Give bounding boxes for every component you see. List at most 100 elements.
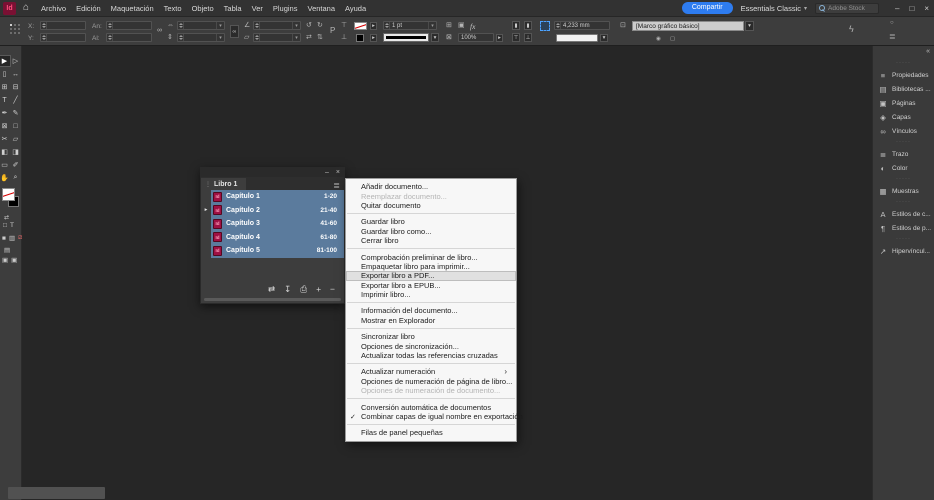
line-tool[interactable]: ╱	[11, 95, 21, 105]
dock-estilos-parrafo[interactable]: ¶ Estilos de p...	[873, 222, 934, 235]
menu-item[interactable]: Ayuda	[340, 4, 371, 13]
panel-close-button[interactable]: ×	[336, 169, 340, 176]
dock-hipervinculos[interactable]: ↗ Hipervíncul...	[873, 245, 934, 258]
direct-selection-tool[interactable]: ▷	[11, 56, 21, 66]
page-tool[interactable]: ▯	[0, 69, 10, 79]
corner-options-icon[interactable]	[540, 21, 550, 31]
view-mode-a-button[interactable]: ▣	[2, 256, 8, 264]
print-book-button[interactable]: ⎙	[300, 284, 307, 294]
menu-item[interactable]: Plugins	[268, 4, 303, 13]
wrap-bounding-icon[interactable]: ▮	[524, 21, 532, 30]
free-transform-tool[interactable]: ▱	[11, 134, 21, 144]
align-stroke-bottom-icon[interactable]: ⊥	[524, 33, 532, 42]
menu-item[interactable]: Texto	[159, 4, 187, 13]
book-document-row[interactable]: Id Capítulo 5 81-100	[201, 244, 344, 258]
dock-propiedades[interactable]: ≡ Propiedades	[873, 69, 934, 82]
menu-item[interactable]: Opciones de sincronización...	[346, 341, 516, 351]
dock-trazo[interactable]: ≣ Trazo	[873, 148, 934, 161]
menu-item[interactable]: Opciones de numeración de página de libr…	[346, 377, 516, 386]
reference-point-grid[interactable]	[10, 24, 21, 35]
default-fill-stroke-icon[interactable]: ⇄	[4, 214, 9, 221]
save-book-button[interactable]: ↧	[284, 284, 291, 294]
rotation-angle-field[interactable]: ▾	[253, 21, 301, 30]
book-document-row[interactable]: Id Capítulo 1 1-20	[201, 190, 344, 204]
dock-estilos-caracter[interactable]: A Estilos de c...	[873, 208, 934, 221]
fit-content-icon[interactable]: ▣	[458, 22, 465, 30]
content-collector-tool[interactable]: ⊞	[0, 82, 10, 92]
panel-minimize-button[interactable]: –	[325, 169, 329, 176]
collapse-dock-icon[interactable]: «	[926, 48, 930, 55]
object-style-menu[interactable]: ▾	[745, 21, 754, 31]
menu-item[interactable]: Objeto	[187, 4, 219, 13]
opacity-menu[interactable]: ▸	[496, 34, 503, 42]
scale-x-field[interactable]: ▾	[177, 21, 225, 30]
note-tool[interactable]: ▭	[0, 160, 10, 170]
effects-icon[interactable]: fx	[470, 22, 475, 31]
panel-scrollbar[interactable]	[204, 298, 341, 301]
menu-item[interactable]: ✓ Combinar capas de igual nombre en expo…	[346, 412, 523, 426]
dock-vinculos[interactable]: ∞ Vínculos	[873, 125, 934, 138]
menu-item[interactable]: Cerrar libro	[346, 236, 516, 250]
y-position-field[interactable]	[40, 33, 86, 42]
gap-tool[interactable]: ↔	[11, 69, 21, 79]
scissors-tool[interactable]: ✂	[0, 134, 10, 144]
menu-item[interactable]: Edición	[71, 4, 106, 13]
menu-item[interactable]: Sincronizar libro	[346, 332, 516, 341]
restore-button[interactable]: □	[909, 4, 914, 13]
fill-color-menu[interactable]: ▸	[370, 34, 377, 42]
constrain-dimensions-icon[interactable]: ∞	[157, 27, 162, 35]
style-override-icon[interactable]: ◉	[656, 35, 661, 43]
close-button[interactable]: ×	[924, 4, 929, 13]
minimize-button[interactable]: –	[895, 4, 899, 13]
apply-color-button[interactable]: ■	[2, 235, 6, 242]
remove-document-button[interactable]: −	[330, 284, 335, 294]
shear-angle-field[interactable]: ▾	[253, 33, 301, 42]
eyedropper-tool[interactable]: ✐	[11, 160, 21, 170]
horizontal-scrollbar-thumb[interactable]	[8, 487, 105, 499]
height-field[interactable]	[106, 33, 152, 42]
dock-muestras[interactable]: ▦ Muestras	[873, 185, 934, 198]
corner-radius-field[interactable]: 4,233 mm	[554, 21, 610, 30]
menu-item[interactable]: Tabla	[219, 4, 247, 13]
menu-item[interactable]: Comprobación preliminar de libro...	[346, 252, 516, 262]
menu-item[interactable]: Actualizar numeración ›	[346, 367, 516, 376]
dock-color[interactable]: ◐ Color	[873, 162, 934, 175]
panel-menu-icon[interactable]: ≣	[333, 182, 344, 190]
menu-item[interactable]: Conversión automática de documentos	[346, 402, 516, 412]
home-icon[interactable]: ⌂	[23, 3, 29, 13]
align-top-icon[interactable]: ⊤	[341, 22, 347, 30]
corner-shape-menu[interactable]: ▾	[600, 34, 608, 42]
view-mode-b-button[interactable]: ▣	[11, 256, 17, 264]
menu-item[interactable]: Imprimir libro...	[346, 290, 516, 304]
gradient-feather-tool[interactable]: ◨	[11, 147, 21, 157]
book-tab[interactable]: ⋮ Libro 1	[201, 178, 247, 190]
rotate-cw-button[interactable]: ↻	[317, 22, 323, 30]
content-placer-tool[interactable]: ⊟	[11, 82, 21, 92]
dock-bibliotecas[interactable]: ▤ Bibliotecas ...	[873, 83, 934, 96]
stroke-color-menu[interactable]: ▸	[370, 22, 377, 30]
screen-mode-button[interactable]: ▤	[4, 246, 10, 254]
flip-horizontal-button[interactable]: ⇄	[306, 34, 312, 42]
dock-capas[interactable]: ◈ Capas	[873, 111, 934, 124]
menu-item[interactable]: Empaquetar libro para imprimir...	[346, 262, 516, 271]
menu-item[interactable]: Quitar documento	[346, 201, 516, 215]
quick-actions-icon[interactable]: ϟ	[849, 25, 854, 34]
stroke-color-swatch[interactable]	[354, 22, 367, 30]
align-stroke-top-icon[interactable]: ⊤	[512, 33, 520, 42]
menu-item[interactable]: Exportar libro a EPUB...	[346, 281, 516, 290]
formatting-affects-text-icon[interactable]: T	[10, 222, 14, 229]
menu-item[interactable]: Ver	[247, 4, 268, 13]
apply-none-button[interactable]: ⧄	[18, 234, 22, 242]
fill-color-swatch[interactable]	[356, 34, 364, 42]
help-icon[interactable]: ○	[890, 19, 894, 27]
rotate-ccw-button[interactable]: ↺	[306, 22, 312, 30]
menu-item[interactable]: Mostrar en Explorador	[346, 316, 516, 330]
formatting-affects-container-icon[interactable]: □	[3, 222, 7, 229]
menu-item[interactable]: Añadir documento...	[346, 182, 516, 191]
zoom-tool[interactable]: ⌕	[11, 173, 21, 183]
type-tool[interactable]: T	[0, 95, 10, 105]
x-position-field[interactable]	[40, 21, 86, 30]
align-bottom-icon[interactable]: ⊥	[341, 34, 347, 42]
stroke-style-menu[interactable]: ▾	[431, 33, 439, 42]
menu-item[interactable]: Filas de panel pequeñas	[346, 428, 516, 437]
